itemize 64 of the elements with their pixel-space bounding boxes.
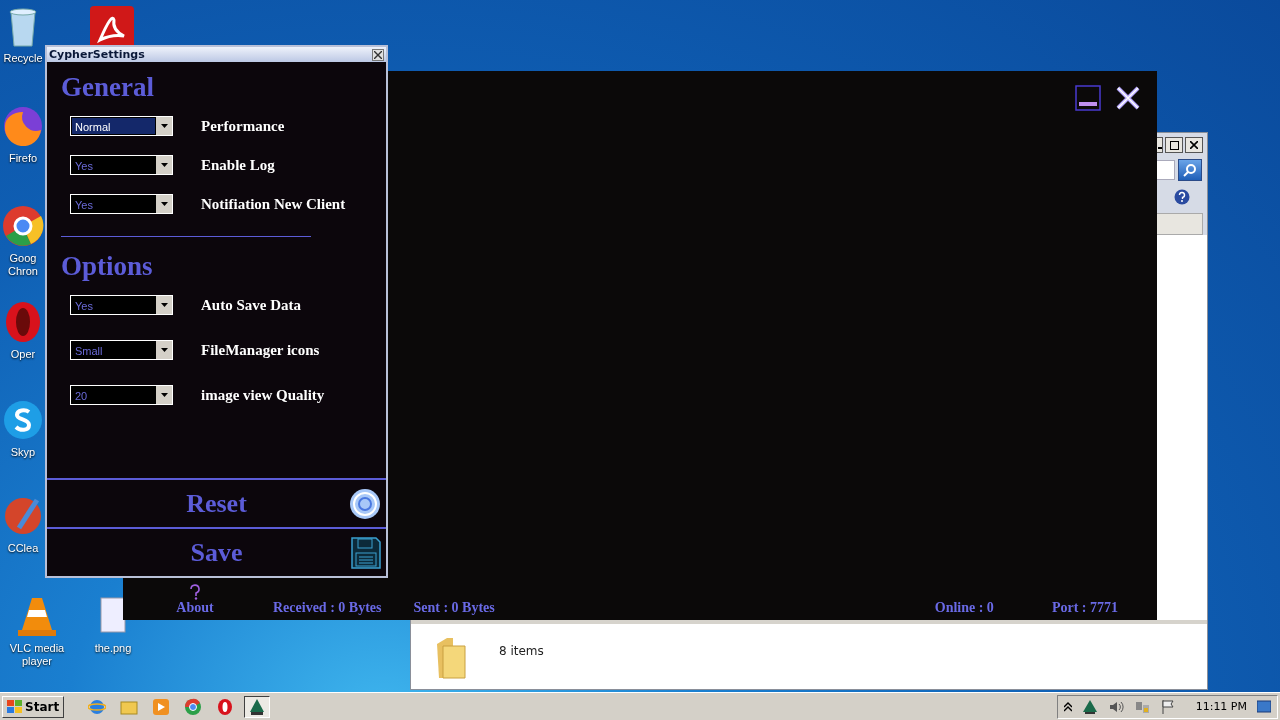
dropdown[interactable]: Small <box>70 340 173 360</box>
online-count: Online : 0 <box>934 600 994 616</box>
sent-bytes: Sent : 0 Bytes <box>413 600 495 616</box>
setting-label: image view Quality <box>201 386 325 404</box>
desktop-icon-label[interactable]: Recycle <box>3 52 43 65</box>
show-desktop-icon[interactable] <box>1257 699 1271 714</box>
dropdown[interactable]: Yes <box>70 295 173 315</box>
clock[interactable]: 11:11 PM <box>1195 700 1247 713</box>
section-heading: General <box>61 71 155 104</box>
skype-icon <box>1 398 45 442</box>
desktop-icon-label[interactable]: VLC media player <box>9 642 65 668</box>
close-button[interactable] <box>372 48 384 61</box>
setting-label: Performance <box>201 117 285 135</box>
caret-icon <box>160 348 168 352</box>
setting-label: FileManager icons <box>201 341 320 359</box>
setting-label: Auto Save Data <box>201 296 301 314</box>
about-button[interactable]: About <box>173 584 217 616</box>
taskbar-app-button[interactable] <box>244 695 271 718</box>
help-icon[interactable] <box>1174 189 1190 205</box>
refresh-icon <box>349 488 381 520</box>
dropdown[interactable]: 20 <box>70 385 173 405</box>
desktop-icon-label[interactable]: Skyp <box>10 446 36 459</box>
caret-icon <box>160 163 168 167</box>
section-heading: Options <box>61 250 154 283</box>
desktop-icon-label[interactable]: the.png <box>94 642 132 655</box>
item-count: 8 items <box>499 644 544 658</box>
start-button[interactable]: Start <box>2 695 65 718</box>
window-title: CypherSettings <box>49 48 145 61</box>
received-bytes: Received : 0 Bytes <box>273 600 382 616</box>
search-button[interactable] <box>1178 159 1202 181</box>
dropdown[interactable]: Normal <box>70 116 173 136</box>
desktop-icon-label[interactable]: Oper <box>10 348 36 361</box>
tree-icon[interactable] <box>1081 698 1098 715</box>
desktop-icon-label[interactable]: Firefo <box>8 152 38 165</box>
minimize-icon[interactable] <box>1075 85 1101 111</box>
caret-icon <box>160 202 168 206</box>
flag-icon[interactable] <box>1159 698 1176 715</box>
close-icon <box>1190 141 1198 149</box>
close-icon <box>374 50 382 59</box>
maximize-button[interactable] <box>1165 137 1183 153</box>
opera-icon <box>216 697 235 716</box>
desktop-icon-label[interactable]: CClea <box>7 542 39 555</box>
setting-label: Notifiation New Client <box>201 195 346 213</box>
dropdown[interactable]: Yes <box>70 194 173 214</box>
search-icon <box>1183 163 1197 177</box>
chevron-up-icon[interactable] <box>1063 701 1072 712</box>
windows-logo-icon <box>7 699 23 714</box>
column-header[interactable] <box>1155 213 1203 235</box>
question-mark-icon <box>188 584 202 600</box>
desktop-icon-label[interactable]: Goog Chron <box>8 252 38 278</box>
maximize-icon <box>1169 140 1179 150</box>
caret-icon <box>160 303 168 307</box>
close-button[interactable] <box>1185 137 1203 153</box>
dropdown[interactable]: Yes <box>70 155 173 175</box>
tree-icon <box>248 697 267 716</box>
port-number: Port : 7771 <box>1051 600 1118 616</box>
chrome-icon <box>184 697 203 716</box>
caret-icon <box>160 124 168 128</box>
caret-icon <box>160 393 168 397</box>
close-icon[interactable] <box>1115 85 1141 111</box>
chrome-icon <box>1 204 45 248</box>
media-player-icon <box>152 697 171 716</box>
setting-label: Enable Log <box>201 156 275 174</box>
internet-explorer-icon <box>88 697 107 716</box>
